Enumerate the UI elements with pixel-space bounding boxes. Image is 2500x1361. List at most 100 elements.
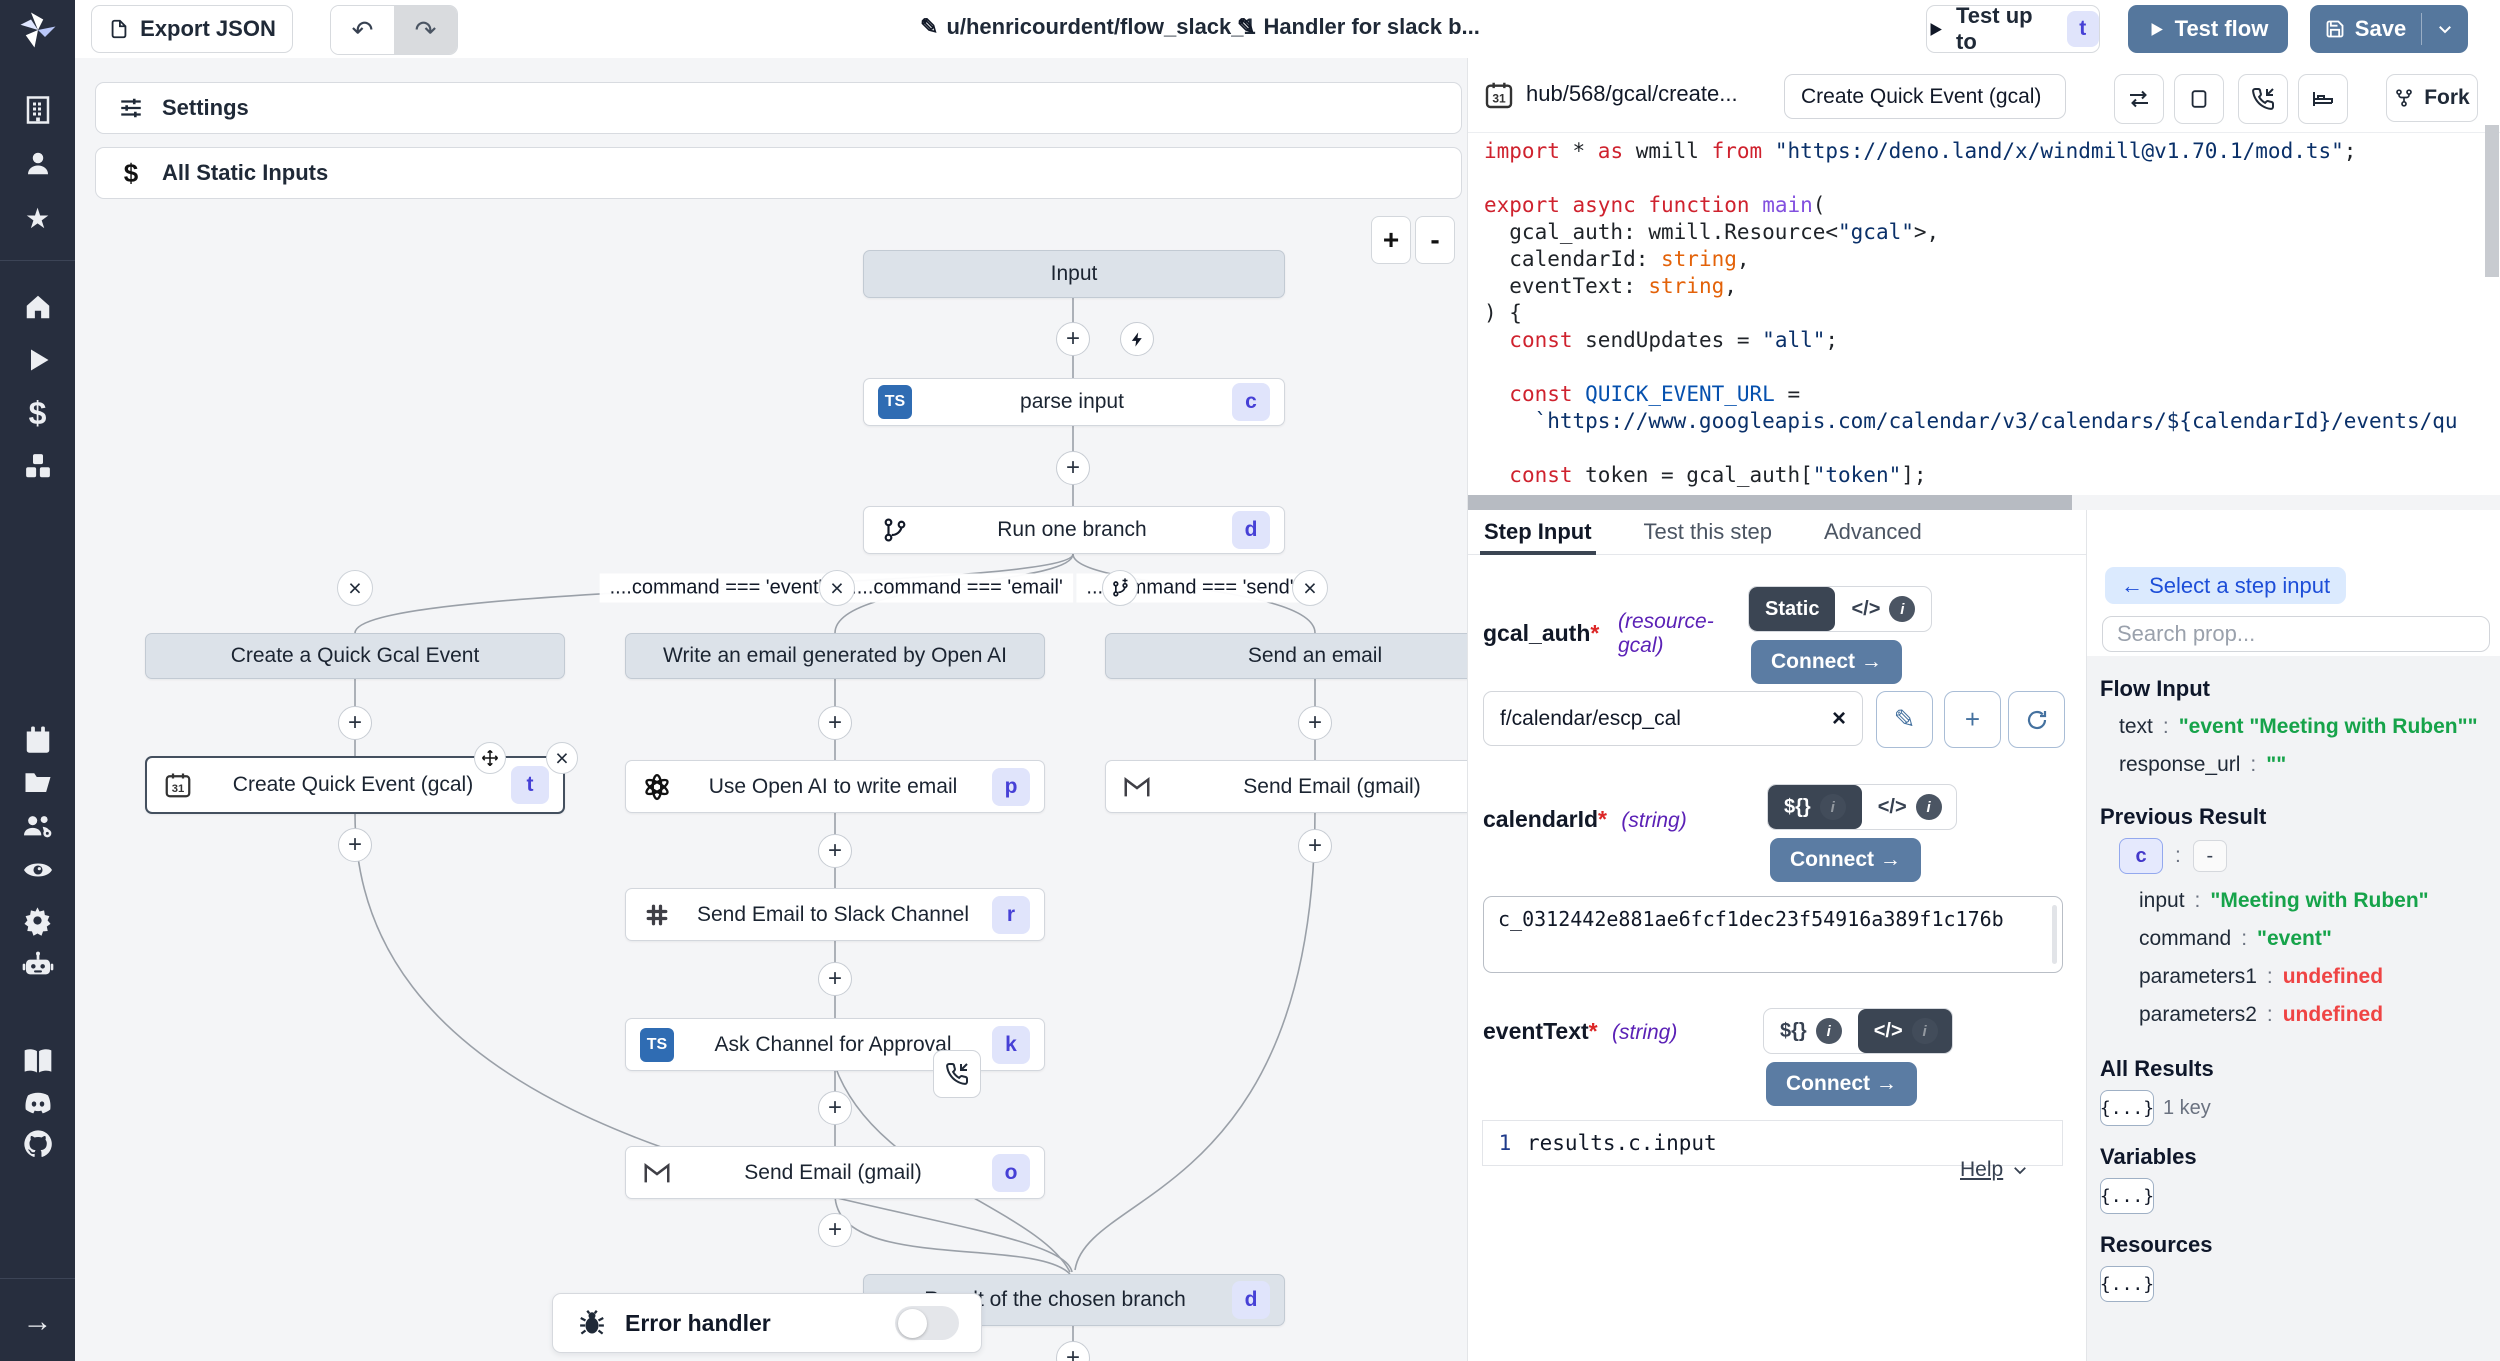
search-prop-input[interactable] (2102, 616, 2490, 652)
favorites-star-icon[interactable]: ★ (21, 201, 55, 235)
add-step-button[interactable]: + (1298, 706, 1332, 740)
previous-result-title[interactable]: Previous Result (2100, 804, 2266, 830)
zoom-in-button[interactable]: + (1371, 216, 1411, 264)
refresh-resource-button[interactable] (2008, 691, 2065, 748)
test-flow-button[interactable]: Test flow (2128, 5, 2288, 53)
all-results-title[interactable]: All Results (2100, 1056, 2214, 1082)
remove-branch-button[interactable]: × (819, 570, 855, 606)
info-icon[interactable]: i (1820, 794, 1846, 820)
mode-javascript[interactable]: </>i (1835, 587, 1931, 631)
info-icon[interactable]: i (1912, 1018, 1938, 1044)
add-step-button[interactable]: + (818, 1213, 852, 1247)
reload-script-button[interactable] (2114, 74, 2164, 124)
breadcrumb-summary[interactable]: ✎ Handler for slack b... (1237, 14, 1480, 40)
prop-row[interactable]: text:"event "Meeting with Ruben"" (2119, 708, 2478, 746)
add-step-button[interactable]: + (338, 706, 372, 740)
sleep-button[interactable] (2298, 74, 2348, 124)
tab-step-input[interactable]: Step Input (1484, 510, 1592, 555)
edit-resource-button[interactable]: ✎ (1876, 691, 1933, 748)
save-button[interactable]: Save (2310, 5, 2421, 53)
mode-javascript[interactable]: </>i (1858, 1009, 1953, 1053)
add-resource-button[interactable]: + (1944, 691, 2001, 748)
step-c-badge[interactable]: c (2119, 838, 2163, 874)
error-handler-toggle[interactable] (895, 1306, 959, 1340)
add-branch-button[interactable] (1102, 570, 1138, 606)
variables-title[interactable]: Variables (2100, 1144, 2197, 1170)
delete-step-button[interactable]: × (546, 742, 578, 774)
schedules-calendar-icon[interactable] (21, 722, 55, 756)
branch-header-openai-email[interactable]: Write an email generated by Open AI (625, 633, 1045, 679)
workers-robot-icon[interactable] (21, 948, 55, 982)
workspace-icon[interactable] (21, 93, 55, 127)
audit-eye-icon[interactable] (21, 853, 55, 887)
windmill-logo-icon[interactable] (15, 7, 61, 53)
mode-template[interactable]: ${}i (1768, 785, 1862, 829)
add-step-button[interactable]: + (338, 828, 372, 862)
collapse-arrow-icon[interactable]: → (21, 1305, 55, 1339)
trigger-lightning-button[interactable] (1120, 322, 1154, 356)
flow-node-send-email-gmail[interactable]: Send Email (gmail) o (625, 1146, 1045, 1199)
flow-node-send-email-slack[interactable]: Send Email to Slack Channel r (625, 888, 1045, 941)
resources-expand-button[interactable]: {...} (2100, 1266, 2154, 1302)
add-step-button[interactable]: + (818, 834, 852, 868)
flow-node-openai-write-email[interactable]: Use Open AI to write email p (625, 760, 1045, 813)
runs-play-icon[interactable] (21, 343, 55, 377)
zoom-out-button[interactable]: - (1415, 216, 1455, 264)
collapse-button[interactable]: - (2193, 840, 2227, 872)
tab-test-this-step[interactable]: Test this step (1644, 510, 1772, 555)
info-icon[interactable]: i (1916, 794, 1942, 820)
remove-branch-button[interactable]: × (1292, 570, 1328, 606)
test-up-to-button[interactable]: Test up to t (1926, 5, 2100, 53)
select-step-input-pill[interactable]: ← Select a step input (2105, 567, 2346, 604)
calendarid-connect-button[interactable]: Connect → (1770, 838, 1921, 882)
groups-icon[interactable] (21, 809, 55, 843)
move-step-button[interactable] (474, 742, 506, 774)
branch-condition[interactable]: ....command === 'email' (841, 574, 1073, 603)
home-icon[interactable] (21, 290, 55, 324)
mode-static[interactable]: Static (1749, 587, 1835, 631)
gcal-auth-resource-input[interactable]: f/calendar/escp_cal × (1483, 691, 1863, 746)
redo-button[interactable]: ↷ (394, 6, 457, 54)
add-step-button[interactable]: + (818, 1091, 852, 1125)
code-horizontal-scrollbar[interactable] (1468, 495, 2072, 510)
suspend-approval-button[interactable] (933, 1050, 981, 1098)
flow-settings-bar[interactable]: Settings (95, 82, 1462, 134)
prop-row[interactable]: response_url:"" (2119, 746, 2478, 784)
variables-expand-button[interactable]: {...} (2100, 1178, 2154, 1214)
help-link[interactable]: Help (1960, 1158, 2029, 1182)
flow-node-send-email-gmail-2[interactable]: Send Email (gmail) (1105, 760, 1467, 813)
all-results-expand-button[interactable]: {...} (2100, 1090, 2154, 1126)
flow-node-run-one-branch[interactable]: Run one branch d (863, 506, 1285, 554)
branch-header-send-email[interactable]: Send an email (1105, 633, 1467, 679)
add-step-button[interactable]: + (1056, 322, 1090, 356)
add-step-button[interactable]: + (818, 962, 852, 996)
add-step-button[interactable]: + (1056, 451, 1090, 485)
flow-node-input[interactable]: Input (863, 250, 1285, 298)
box-button[interactable] (2174, 74, 2224, 124)
mode-javascript[interactable]: </>i (1862, 785, 1957, 829)
breadcrumb[interactable]: ✎ u/henricourdent/flow_slack_1 (920, 14, 1256, 40)
prop-row[interactable]: command:"event" (2139, 920, 2429, 958)
fork-button[interactable]: Fork (2386, 74, 2478, 122)
all-static-inputs-bar[interactable]: $ All Static Inputs (95, 147, 1462, 199)
suspend-button[interactable] (2238, 74, 2288, 124)
step-name-input[interactable] (1784, 74, 2066, 119)
code-vertical-scrollbar[interactable] (2485, 125, 2499, 277)
flow-input-title[interactable]: Flow Input (2100, 676, 2210, 702)
calendarid-value-input[interactable]: c_0312442e881ae6fcf1dec23f54916a389f1c17… (1483, 896, 2063, 973)
flow-node-ask-channel-approval[interactable]: TS Ask Channel for Approval k (625, 1018, 1045, 1071)
eventtext-connect-button[interactable]: Connect → (1766, 1062, 1917, 1106)
folders-icon[interactable] (21, 765, 55, 799)
github-icon[interactable] (21, 1127, 55, 1161)
settings-gear-icon[interactable] (21, 903, 55, 937)
save-dropdown-button[interactable] (2422, 5, 2468, 53)
docs-book-icon[interactable] (21, 1044, 55, 1078)
code-editor[interactable]: import * as wmill from "https://deno.lan… (1468, 138, 2482, 494)
hub-script-path[interactable]: hub/568/gcal/create... (1526, 81, 1738, 107)
resources-cubes-icon[interactable] (21, 449, 55, 483)
info-icon[interactable]: i (1816, 1018, 1842, 1044)
remove-branch-button[interactable]: × (337, 570, 373, 606)
prop-row[interactable]: input:"Meeting with Ruben" (2139, 882, 2429, 920)
prop-row[interactable]: parameters1:undefined (2139, 958, 2429, 996)
branch-header-gcal[interactable]: Create a Quick Gcal Event (145, 633, 565, 679)
